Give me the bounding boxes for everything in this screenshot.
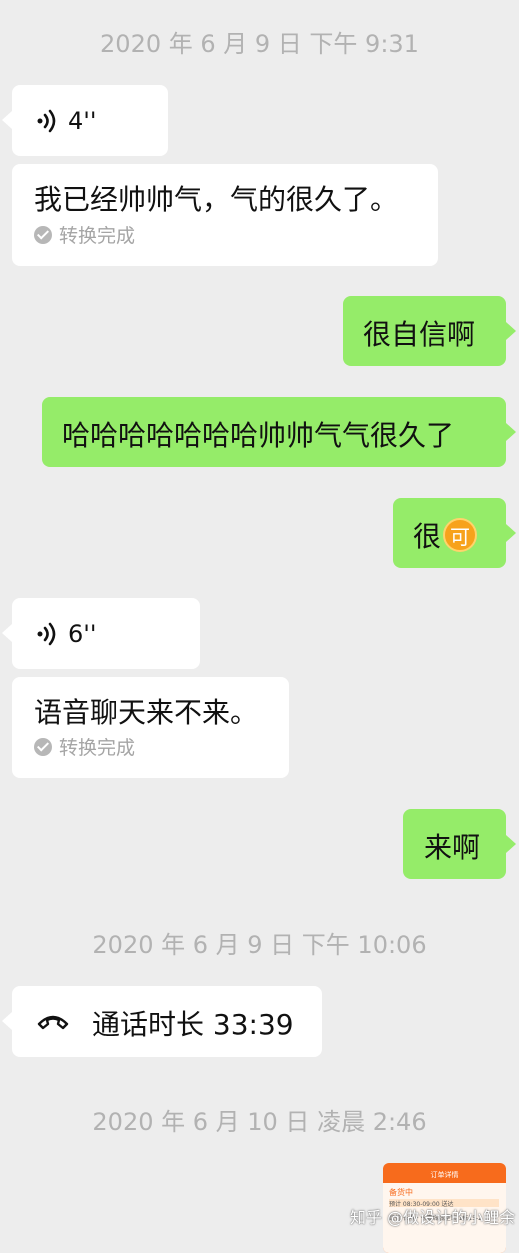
check-circle-icon <box>34 737 52 756</box>
outgoing-message-bubble[interactable]: 哈哈哈哈哈哈哈帅帅气气很久了 <box>42 397 516 467</box>
thumbnail-status: 备货中 <box>389 1188 413 1197</box>
voice-duration: 6'' <box>68 619 97 648</box>
call-duration-text: 通话时长 33:39 <box>92 1008 294 1041</box>
transcript-text: 我已经帅帅气，气的很久了。 <box>34 183 399 216</box>
call-record-bubble[interactable]: 通话时长 33:39 <box>2 986 322 1057</box>
message-text: 很自信啊 <box>363 318 476 351</box>
voice-player: 4'' <box>36 107 96 135</box>
transcript-bubble[interactable]: 我已经帅帅气，气的很久了。 转换完成 <box>12 164 438 266</box>
ke-emoji-icon: 可 <box>443 518 478 552</box>
timestamp: 2020 年 6 月 9 日 下午 10:06 <box>92 931 427 959</box>
voice-wave-icon <box>37 622 56 645</box>
timestamp: 2020 年 6 月 9 日 下午 9:31 <box>100 30 419 58</box>
conversion-status-label: 转换完成 <box>59 737 136 759</box>
watermark: 知乎 @做设计的小鲤余 <box>350 1208 516 1227</box>
voice-wave-icon <box>37 109 56 132</box>
thumbnail-header: 订单详情 <box>383 1163 506 1183</box>
transcript-text: 语音聊天来不来。 <box>34 696 259 729</box>
conversion-status: 转换完成 <box>34 221 135 248</box>
conversion-status: 转换完成 <box>34 733 135 760</box>
voice-message-bubble[interactable]: 6'' <box>2 598 200 669</box>
phone-hangup-icon <box>37 1015 69 1030</box>
outgoing-message-bubble[interactable]: 很自信啊 <box>343 296 516 366</box>
message-text: 很 <box>413 520 442 553</box>
outgoing-message-bubble[interactable]: 很可 <box>393 498 516 568</box>
voice-player: 6'' <box>36 620 96 648</box>
message-text: 哈哈哈哈哈哈哈帅帅气气很久了 <box>62 419 455 452</box>
conversion-status-label: 转换完成 <box>59 225 136 247</box>
voice-duration: 4'' <box>68 106 97 135</box>
message-content: 很可 <box>413 515 478 555</box>
check-circle-icon <box>34 225 52 244</box>
transcript-bubble[interactable]: 语音聊天来不来。 转换完成 <box>12 677 289 778</box>
outgoing-message-bubble[interactable]: 来啊 <box>403 809 516 879</box>
voice-message-bubble[interactable]: 4'' <box>2 85 168 156</box>
timestamp: 2020 年 6 月 10 日 凌晨 2:46 <box>92 1108 427 1136</box>
thumbnail-header-title: 订单详情 <box>430 1171 459 1179</box>
message-text: 来啊 <box>424 831 481 864</box>
